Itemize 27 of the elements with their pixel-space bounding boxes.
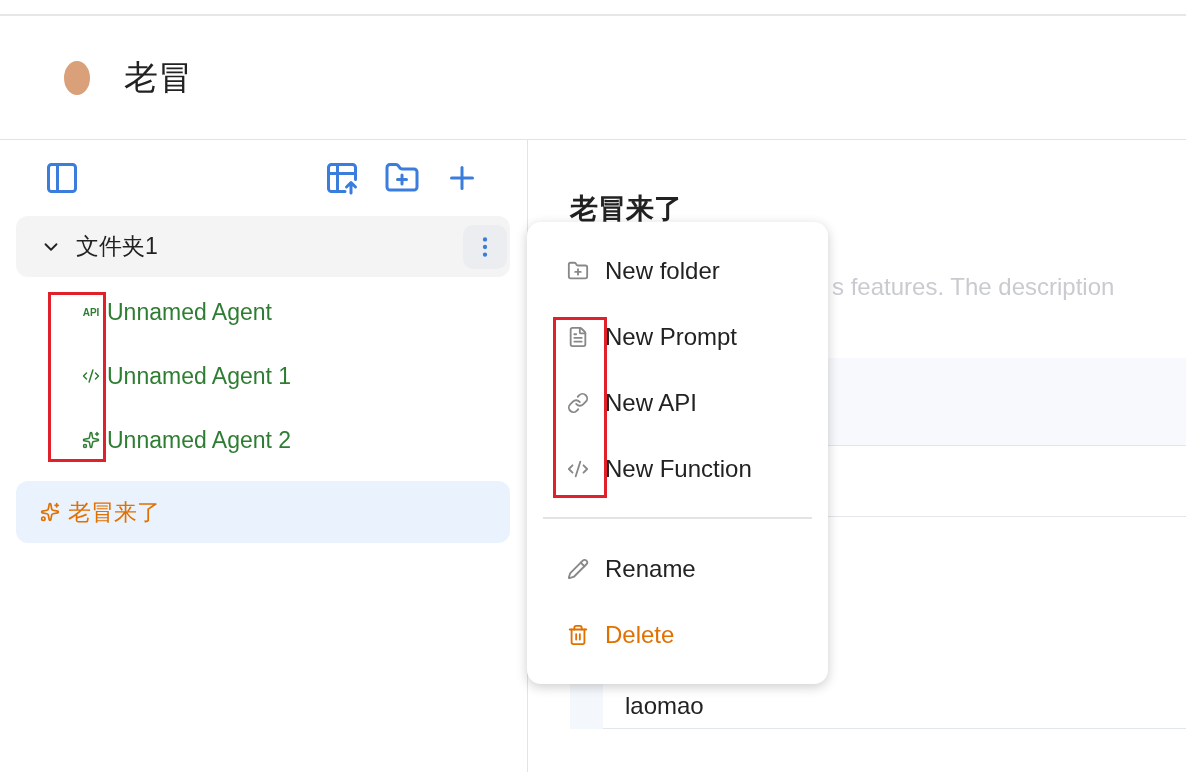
menu-item[interactable]: New folder (527, 238, 828, 304)
sparkle-icon (40, 502, 60, 522)
sparkle-icon (82, 431, 100, 449)
avatar (64, 60, 90, 95)
pencil-icon (567, 558, 589, 580)
code-icon (82, 367, 100, 385)
table-upload-icon[interactable] (324, 160, 360, 196)
trash-icon (567, 624, 589, 646)
agent-title: 老冒来了 (570, 192, 683, 226)
menu-item[interactable]: Rename (527, 536, 828, 602)
sidebar-toggle-icon[interactable] (44, 160, 80, 196)
document-icon (567, 326, 589, 348)
menu-item[interactable]: New Prompt (527, 304, 828, 370)
code-icon (567, 458, 589, 480)
menu-item[interactable]: New Function (527, 436, 828, 502)
table-cell: laomao (625, 692, 704, 720)
agent-name[interactable]: Unnamed Agent 2 (107, 426, 292, 454)
page-title: 老冒 (124, 56, 192, 98)
folder-row[interactable]: 文件夹1 (16, 216, 510, 277)
agent-name[interactable]: Unnamed Agent (107, 298, 272, 326)
menu-item[interactable]: New API (527, 370, 828, 436)
folder-name: 文件夹1 (76, 232, 159, 261)
api-icon: API (82, 306, 100, 318)
link-icon (567, 392, 589, 414)
more-button[interactable] (463, 224, 507, 269)
agent-name[interactable]: Unnamed Agent 1 (107, 362, 292, 390)
folder-plus-icon (567, 260, 589, 282)
